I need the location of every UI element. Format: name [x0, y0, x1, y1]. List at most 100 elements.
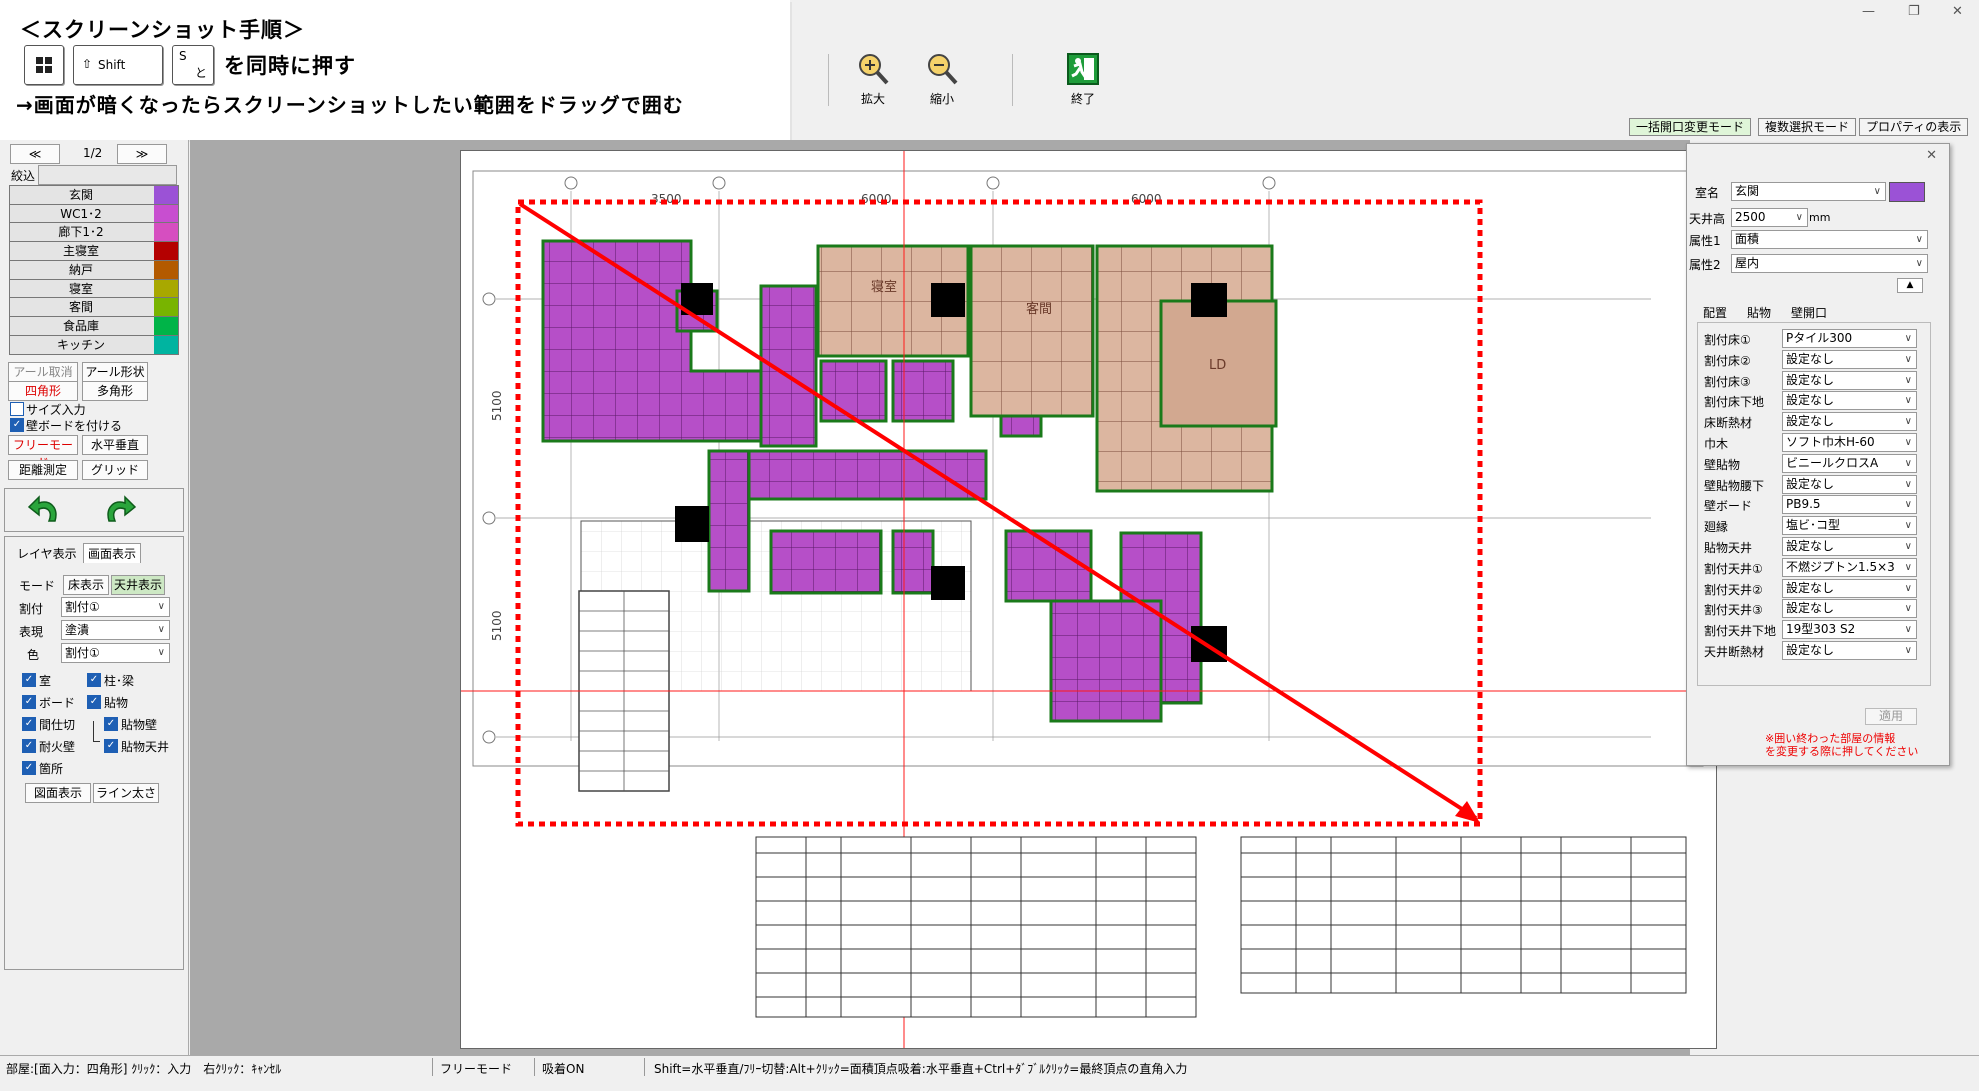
- tab-layer[interactable]: レイヤ表示: [17, 545, 77, 562]
- finish-row-select[interactable]: 設定なし ∨: [1782, 349, 1917, 369]
- finish-row-select[interactable]: 19型303 S2 ∨: [1782, 620, 1917, 640]
- paste-label: 貼物: [104, 696, 129, 710]
- room-list-item[interactable]: 玄関: [9, 185, 179, 205]
- partition-checkbox[interactable]: ✓: [22, 717, 36, 731]
- finish-row-select[interactable]: 設定なし ∨: [1782, 537, 1917, 556]
- split-select[interactable]: 割付① ∨: [61, 597, 170, 617]
- close-icon[interactable]: ✕: [1926, 148, 1937, 163]
- redo-icon[interactable]: [101, 493, 137, 527]
- fire-wall-label: 耐火壁: [39, 740, 76, 754]
- finish-row-select[interactable]: 設定なし ∨: [1782, 474, 1917, 494]
- room-list-item[interactable]: 納戸: [9, 259, 179, 280]
- tab-layout[interactable]: 配置: [1703, 304, 1727, 321]
- size-input-label: サイズ入力: [26, 403, 86, 417]
- floor-plan-sheet[interactable]: 3500 6000 6000 5100 5100 寝室 客間 LD: [460, 146, 1717, 1051]
- undo-icon[interactable]: [27, 493, 63, 527]
- zoom-out-button[interactable]: 縮小: [912, 52, 972, 107]
- grid-button[interactable]: グリッド: [82, 460, 148, 480]
- measure-distance-button[interactable]: 距離測定: [8, 460, 78, 480]
- collapse-up-icon[interactable]: ▲: [1897, 278, 1923, 293]
- exit-icon: [1067, 53, 1099, 85]
- room-checkbox[interactable]: ✓: [22, 673, 36, 687]
- finish-row-label: 天井断熱材: [1704, 645, 1765, 659]
- next-page-button[interactable]: ≫: [117, 144, 167, 164]
- arc-shape-button[interactable]: アール形状: [82, 362, 148, 382]
- free-mode-button[interactable]: フリーモード: [8, 435, 78, 470]
- board-checkbox[interactable]: ✓: [22, 695, 36, 709]
- minimize-icon[interactable]: —: [1862, 4, 1875, 19]
- tab-screen[interactable]: 画面表示: [83, 543, 142, 563]
- horizontal-vertical-button[interactable]: 水平垂直: [82, 435, 148, 455]
- finish-row-select[interactable]: 設定なし ∨: [1782, 599, 1917, 619]
- room-list-item[interactable]: 寝室: [9, 278, 179, 299]
- multi-select-mode-button[interactable]: 複数選択モード: [1758, 118, 1857, 136]
- paste-checkbox[interactable]: ✓: [87, 695, 101, 709]
- finish-row-select[interactable]: 設定なし ∨: [1782, 578, 1917, 598]
- chevron-down-icon: ∨: [1915, 234, 1923, 245]
- chevron-down-icon: ∨: [1904, 541, 1912, 552]
- color-select[interactable]: 割付① ∨: [61, 643, 170, 663]
- windows-key: [24, 45, 64, 85]
- polygon-button[interactable]: 多角形: [82, 381, 148, 401]
- room-name-select[interactable]: 玄関 ∨: [1731, 182, 1886, 201]
- chevron-down-icon: ∨: [1904, 457, 1912, 469]
- filter-input[interactable]: [38, 165, 177, 185]
- spot-checkbox[interactable]: ✓: [22, 761, 36, 775]
- restore-icon[interactable]: ❐: [1908, 4, 1920, 19]
- finish-row-select[interactable]: 塩ビ･コ型 ∨: [1782, 516, 1917, 536]
- finish-row-select[interactable]: 不燃ジプトン1.5×3 ∨: [1782, 557, 1917, 577]
- room-color-swatch: [154, 260, 178, 279]
- finish-row-select[interactable]: Pタイル300 ∨: [1782, 329, 1917, 348]
- show-properties-button[interactable]: プロパティの表示: [1859, 118, 1969, 136]
- expression-select[interactable]: 塗潰 ∨: [61, 620, 170, 640]
- room-list-item[interactable]: 主寝室: [9, 241, 179, 262]
- floor-display-button[interactable]: 床表示: [63, 575, 109, 595]
- room-color-swatch[interactable]: [1889, 182, 1925, 202]
- floor-plan-drawing[interactable]: 3500 6000 6000 5100 5100 寝室 客間 LD: [461, 146, 1716, 1051]
- finish-row-select[interactable]: 設定なし ∨: [1782, 641, 1917, 660]
- arc-cancel-button[interactable]: アール取消: [8, 362, 78, 382]
- attribute2-select[interactable]: 屋内 ∨: [1731, 254, 1928, 273]
- paste-wall-checkbox[interactable]: ✓: [104, 717, 118, 731]
- room-list-item[interactable]: 廊下1･2: [9, 222, 179, 243]
- attribute1-select[interactable]: 面積 ∨: [1731, 230, 1928, 249]
- room-list-item[interactable]: キッチン: [9, 334, 179, 355]
- mode-label: モード: [19, 579, 56, 593]
- drawing-display-button[interactable]: 図面表示: [25, 783, 91, 803]
- zoom-in-button[interactable]: 拡大: [843, 52, 903, 107]
- apply-button[interactable]: 適用: [1865, 708, 1917, 725]
- finish-row-select[interactable]: ビニールクロスA ∨: [1782, 453, 1917, 473]
- finish-row-label: 割付天井下地: [1704, 624, 1777, 639]
- room-list-item[interactable]: WC1･2: [9, 203, 179, 224]
- paste-ceiling-checkbox[interactable]: ✓: [104, 739, 118, 753]
- undo-redo-group: [4, 488, 184, 532]
- bulk-opening-mode-button[interactable]: 一括開口変更モード: [1629, 118, 1752, 136]
- wallboard-checkbox[interactable]: ✓: [10, 418, 24, 432]
- room-color-swatch: [154, 298, 178, 317]
- size-input-checkbox[interactable]: [10, 402, 24, 416]
- exit-button[interactable]: 終了: [1053, 52, 1113, 107]
- room-list-item[interactable]: 食品庫: [9, 315, 179, 336]
- close-window-icon[interactable]: ✕: [1952, 4, 1963, 19]
- column-beam-checkbox[interactable]: ✓: [87, 673, 101, 687]
- room-color-swatch: [154, 279, 178, 298]
- chevron-down-icon: ∨: [1904, 478, 1912, 490]
- finish-row-select[interactable]: 設定なし ∨: [1782, 412, 1917, 432]
- finish-row-label: 割付天井③: [1704, 603, 1763, 618]
- finish-row-select[interactable]: 設定なし ∨: [1782, 391, 1917, 411]
- rectangle-button[interactable]: 四角形: [8, 381, 78, 401]
- tab-paste[interactable]: 貼物: [1747, 304, 1771, 321]
- tab-wall-opening[interactable]: 壁開口: [1791, 304, 1827, 321]
- ceiling-display-button[interactable]: 天井表示: [111, 575, 165, 595]
- windows-icon: [36, 57, 52, 73]
- color-label: 色: [27, 648, 40, 662]
- prev-page-button[interactable]: ≪: [10, 144, 60, 164]
- finish-row-select[interactable]: ソフト巾木H-60 ∨: [1782, 433, 1917, 452]
- room-list-item[interactable]: 客間: [9, 297, 179, 318]
- finish-row-select[interactable]: 設定なし ∨: [1782, 370, 1917, 390]
- fire-wall-checkbox[interactable]: ✓: [22, 739, 36, 753]
- line-thickness-button[interactable]: ライン太さ: [93, 783, 159, 803]
- finish-row-select[interactable]: PB9.5 ∨: [1782, 495, 1917, 515]
- room-list-name: WC1･2: [60, 206, 102, 221]
- ceiling-height-select[interactable]: 2500 ∨: [1731, 208, 1808, 227]
